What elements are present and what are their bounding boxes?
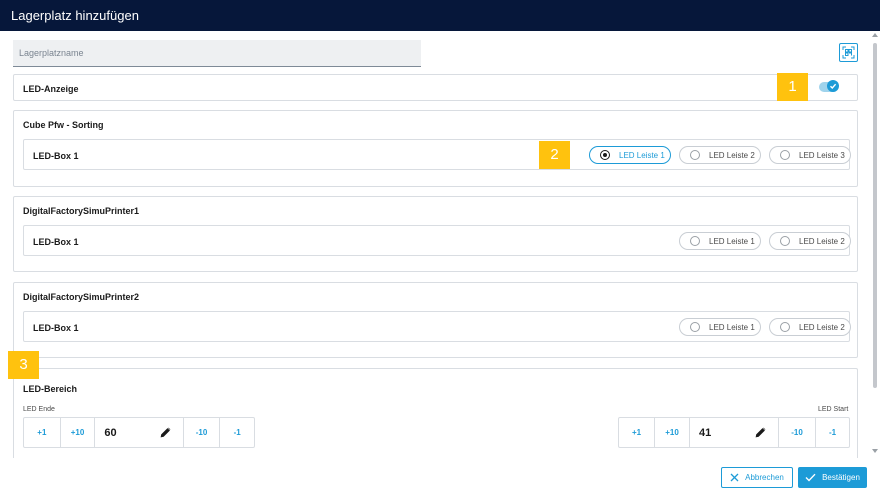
radio-icon <box>780 322 790 332</box>
group-card: Cube Pfw - Sorting LED-Box 1 LED Leiste … <box>13 110 858 187</box>
radio-label: LED Leiste 2 <box>709 150 755 160</box>
radio-label: LED Leiste 1 <box>709 322 755 332</box>
check-icon <box>805 473 816 482</box>
led-box-row: LED-Box 1 LED Leiste 1 LED Leiste 2 <box>23 311 851 342</box>
led-end-plus-1-button[interactable]: +1 <box>24 418 61 447</box>
led-start-label: LED Start <box>818 406 849 413</box>
group-card: DigitalFactorySimuPrinter1 LED-Box 1 LED… <box>13 196 858 272</box>
led-box-label: LED-Box 1 <box>33 151 79 161</box>
dialog-title: Lagerplatz hinzufügen <box>0 0 880 31</box>
led-end-value-field[interactable]: 60 <box>95 418 184 447</box>
scrollbar[interactable] <box>871 33 879 458</box>
toggle-check-icon <box>827 80 839 92</box>
close-icon <box>730 473 739 482</box>
hint-badge-1: 1 <box>777 73 808 101</box>
radio-led-leiste-1[interactable]: LED Leiste 1 <box>679 232 761 250</box>
radio-led-leiste-2[interactable]: LED Leiste 2 <box>769 232 851 250</box>
group-title: DigitalFactorySimuPrinter2 <box>23 292 140 302</box>
radio-label: LED Leiste 3 <box>799 150 845 160</box>
radio-icon <box>780 150 790 160</box>
led-start-value: 41 <box>699 426 712 439</box>
led-start-minus-1-button[interactable]: -1 <box>816 418 849 447</box>
scan-button[interactable] <box>839 43 858 62</box>
led-end-minus-10-button[interactable]: -10 <box>184 418 221 447</box>
radio-label: LED Leiste 1 <box>709 236 755 246</box>
radio-icon <box>780 236 790 246</box>
qr-scan-icon <box>842 46 855 59</box>
led-box-label: LED-Box 1 <box>33 237 79 247</box>
led-end-value: 60 <box>104 426 117 439</box>
radio-selected-icon <box>600 150 610 160</box>
hint-badge-3: 3 <box>8 351 39 379</box>
led-box-row: LED-Box 1 LED Leiste 1 LED Leiste 2 <box>23 225 851 256</box>
led-end-label: LED Ende <box>23 406 55 413</box>
cancel-button[interactable]: Abbrechen <box>721 467 793 488</box>
scroll-down-icon[interactable] <box>872 449 878 453</box>
confirm-button[interactable]: Bestätigen <box>798 467 867 488</box>
radio-icon <box>690 236 700 246</box>
led-box-row: LED-Box 1 LED Leiste 1 LED Leiste 2 LED … <box>23 139 851 170</box>
led-start-plus-10-button[interactable]: +10 <box>655 418 690 447</box>
pencil-icon[interactable] <box>160 427 171 438</box>
radio-led-leiste-2[interactable]: LED Leiste 2 <box>769 318 851 336</box>
group-card: DigitalFactorySimuPrinter2 LED-Box 1 LED… <box>13 282 858 358</box>
led-end-minus-1-button[interactable]: -1 <box>220 418 254 447</box>
led-end-plus-10-button[interactable]: +10 <box>61 418 96 447</box>
storage-name-input[interactable] <box>13 40 421 67</box>
scroll-up-icon[interactable] <box>872 33 878 37</box>
led-start-stepper: +1 +10 41 -10 -1 <box>618 417 850 448</box>
led-start-plus-1-button[interactable]: +1 <box>619 418 655 447</box>
radio-label: LED Leiste 2 <box>799 236 845 246</box>
hint-badge-2: 2 <box>539 141 570 169</box>
led-end-stepper: +1 +10 60 -10 -1 <box>23 417 255 448</box>
radio-label: LED Leiste 1 <box>619 150 665 160</box>
confirm-label: Bestätigen <box>822 473 860 482</box>
radio-icon <box>690 322 700 332</box>
radio-led-leiste-2[interactable]: LED Leiste 2 <box>679 146 761 164</box>
group-title: Cube Pfw - Sorting <box>23 120 104 130</box>
led-start-value-field[interactable]: 41 <box>690 418 779 447</box>
led-display-card: LED-Anzeige <box>13 74 858 101</box>
led-start-minus-10-button[interactable]: -10 <box>779 418 816 447</box>
radio-led-leiste-1[interactable]: LED Leiste 1 <box>679 318 761 336</box>
led-display-label: LED-Anzeige <box>23 84 79 94</box>
led-range-title: LED-Bereich <box>23 384 78 394</box>
radio-label: LED Leiste 2 <box>799 322 845 332</box>
radio-led-leiste-1[interactable]: LED Leiste 1 <box>589 146 671 164</box>
scroll-thumb[interactable] <box>873 43 877 388</box>
cancel-label: Abbrechen <box>745 473 784 482</box>
pencil-icon[interactable] <box>755 427 766 438</box>
radio-led-leiste-3[interactable]: LED Leiste 3 <box>769 146 851 164</box>
radio-icon <box>690 150 700 160</box>
group-title: DigitalFactorySimuPrinter1 <box>23 206 140 216</box>
led-box-label: LED-Box 1 <box>33 323 79 333</box>
